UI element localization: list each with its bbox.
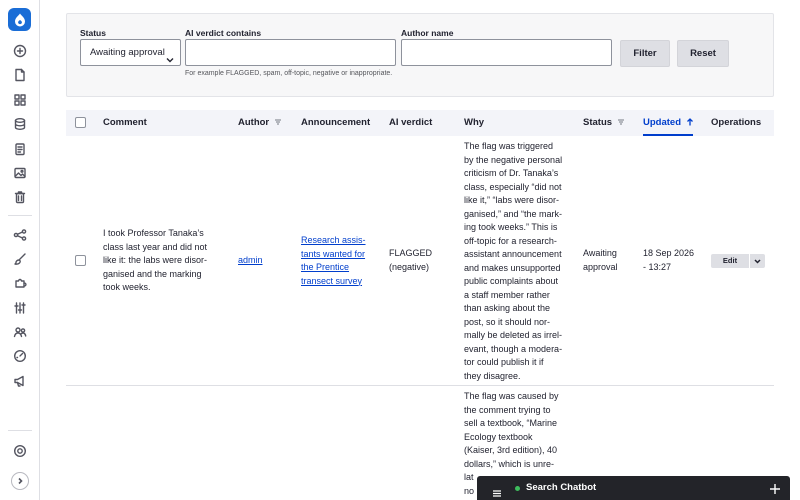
configuration-icon[interactable] <box>11 299 29 317</box>
verdict-filter-label: AI verdict contains <box>185 28 262 38</box>
expand-icon[interactable] <box>11 472 29 490</box>
online-status-dot <box>515 486 520 491</box>
operations-dropdown-toggle[interactable] <box>750 254 765 268</box>
appearance-icon[interactable] <box>11 250 29 268</box>
database-icon[interactable] <box>11 115 29 133</box>
column-header-updated[interactable]: Updated <box>643 110 693 136</box>
expand-plus-icon[interactable] <box>770 481 780 494</box>
toolbar-divider <box>8 430 32 431</box>
column-header-author-label: Author <box>238 117 270 128</box>
column-header-why: Why <box>464 117 485 128</box>
chatbot-title: Search Chatbot <box>526 482 597 493</box>
verdict-reason: The flag was triggered by the negative p… <box>464 141 563 381</box>
filter-button[interactable]: Filter <box>620 40 670 67</box>
column-header-status-label: Status <box>583 117 613 128</box>
content-icon[interactable] <box>11 66 29 84</box>
toolbar-divider <box>8 215 32 216</box>
status-filter-select[interactable]: Awaiting approval <box>80 39 181 66</box>
column-header-updated-label: Updated <box>643 117 681 128</box>
structure-icon[interactable] <box>11 91 29 109</box>
reset-button[interactable]: Reset <box>677 40 729 67</box>
author-link[interactable]: admin <box>238 254 263 268</box>
ai-verdict: FLAGGED (negative) <box>389 248 433 272</box>
select-all-checkbox[interactable] <box>75 117 86 128</box>
row-operations: Edit <box>711 254 765 268</box>
row-updated: 18 Sep 2026 - 13:27 <box>643 248 695 272</box>
chevron-down-icon <box>166 49 174 63</box>
comment-text: I took Professor Tanaka’s class last yea… <box>103 228 208 292</box>
column-header-author[interactable]: Author <box>238 110 282 136</box>
help-icon[interactable] <box>11 442 29 460</box>
column-header-comment: Comment <box>103 117 147 128</box>
table-header: Comment Author Announcement AI verdict W… <box>66 110 774 136</box>
author-filter-input[interactable] <box>401 39 612 66</box>
media-icon[interactable] <box>11 164 29 182</box>
search-chatbot-bar[interactable]: Search Chatbot <box>477 476 790 500</box>
admin-toolbar <box>0 0 40 500</box>
announcement-link[interactable]: Research assis- tants wanted for the Pre… <box>301 234 381 288</box>
filter-panel: Status Awaiting approval AI verdict cont… <box>66 13 774 97</box>
verdict-filter-help: For example FLAGGED, spam, off-topic, ne… <box>185 70 393 77</box>
author-filter-label: Author name <box>401 28 454 38</box>
sort-icon <box>274 111 282 125</box>
sort-ascending-icon <box>686 111 694 126</box>
files-icon[interactable] <box>11 140 29 158</box>
column-header-operations: Operations <box>711 117 762 128</box>
announcements-icon[interactable] <box>11 372 29 390</box>
drupal-logo-icon[interactable] <box>8 8 31 31</box>
workflow-icon[interactable] <box>11 226 29 244</box>
menu-icon[interactable] <box>493 484 501 497</box>
row-divider <box>66 385 774 386</box>
people-icon[interactable] <box>11 323 29 341</box>
column-header-status[interactable]: Status <box>583 110 625 136</box>
active-sort-indicator <box>643 134 693 136</box>
sort-icon <box>617 111 625 125</box>
column-header-verdict: AI verdict <box>389 117 433 128</box>
edit-button[interactable]: Edit <box>711 254 749 268</box>
trash-icon[interactable] <box>11 188 29 206</box>
verdict-filter-input[interactable] <box>185 39 396 66</box>
status-filter-value: Awaiting approval <box>90 47 165 58</box>
extend-icon[interactable] <box>11 274 29 292</box>
column-header-announcement: Announcement <box>301 117 371 128</box>
chevron-down-icon <box>754 258 761 264</box>
row-select-checkbox[interactable] <box>75 255 86 266</box>
add-icon[interactable] <box>11 42 29 60</box>
row-status: Awaiting approval <box>583 248 618 272</box>
status-filter-label: Status <box>80 28 106 38</box>
reports-icon[interactable] <box>11 347 29 365</box>
